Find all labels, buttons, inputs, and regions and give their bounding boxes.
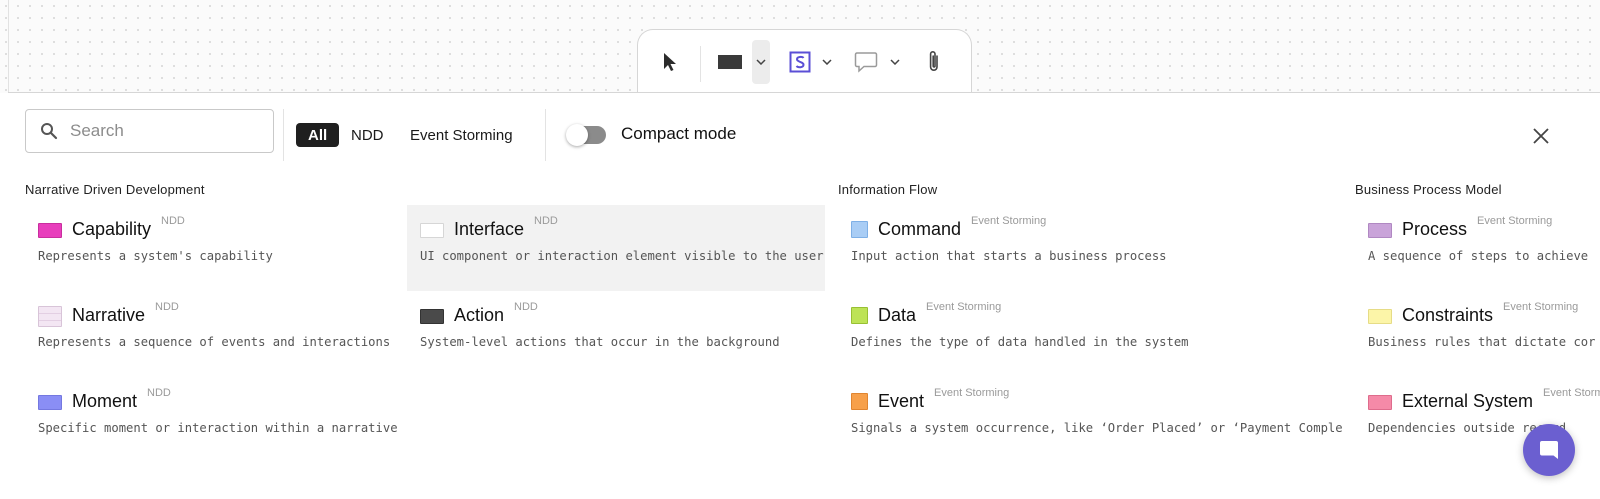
- element-narrative[interactable]: Narrative NDD Represents a sequence of e…: [25, 291, 407, 377]
- element-command[interactable]: Command Event Storming Input action that…: [838, 205, 1343, 291]
- compact-mode-label: Compact mode: [621, 124, 737, 143]
- item-tag: Event Storming: [971, 215, 1047, 227]
- element-picker-panel: All NDD Event Storming Compact mode Narr…: [8, 92, 1600, 499]
- section-title-business-process: Business Process Model: [1355, 182, 1502, 197]
- chat-launcher-button[interactable]: [1523, 424, 1575, 476]
- item-tag: Event Storming: [1503, 301, 1579, 313]
- element-moment[interactable]: Moment NDD Specific moment or interactio…: [25, 377, 407, 463]
- item-name: Capability: [72, 219, 152, 239]
- item-tag: Event Storming: [926, 301, 1002, 313]
- item-description: Defines the type of data handled in the …: [851, 335, 1189, 349]
- comment-dropdown-button[interactable]: [888, 54, 902, 70]
- sticky-dropdown-button[interactable]: [820, 54, 834, 70]
- item-name: Action: [454, 305, 505, 325]
- item-description: A sequence of steps to achieve: [1368, 249, 1589, 263]
- item-name: Event: [878, 391, 925, 411]
- close-button[interactable]: [1528, 123, 1554, 149]
- item-tag: Event Storming: [934, 387, 1010, 399]
- search-box[interactable]: [25, 109, 274, 153]
- constraints-swatch: [1368, 309, 1392, 324]
- item-tag: NDD: [161, 215, 185, 227]
- pointer-tool-button[interactable]: [652, 46, 688, 78]
- interface-swatch: [420, 223, 444, 238]
- toggle-knob: [566, 124, 588, 146]
- element-event[interactable]: Event Event Storming Signals a system oc…: [838, 377, 1343, 463]
- chevron-down-icon: [756, 59, 766, 65]
- item-description: System-level actions that occur in the b…: [420, 335, 780, 349]
- item-name: Moment: [72, 391, 138, 411]
- filter-event-storming[interactable]: Event Storming: [410, 123, 513, 147]
- chevron-down-icon: [890, 59, 900, 65]
- drawing-toolbar: [637, 29, 972, 93]
- narrative-swatch: [38, 306, 62, 327]
- item-name: Narrative: [72, 305, 146, 325]
- element-capability[interactable]: Capability NDD Represents a system's cap…: [25, 205, 407, 291]
- attach-tool-button[interactable]: [920, 46, 948, 78]
- item-description: Input action that starts a business proc…: [851, 249, 1167, 263]
- item-tag: Event Storming: [1543, 387, 1600, 399]
- item-tag: NDD: [514, 301, 538, 313]
- item-description: Represents a sequence of events and inte…: [38, 335, 391, 349]
- shape-dropdown-button[interactable]: [752, 40, 770, 84]
- divider: [545, 109, 546, 161]
- element-constraints[interactable]: Constraints Event Storming Business rule…: [1355, 291, 1600, 377]
- section-title-ndd: Narrative Driven Development: [25, 182, 205, 197]
- event-swatch: [851, 393, 868, 410]
- moment-swatch: [38, 395, 62, 410]
- data-swatch: [851, 307, 868, 324]
- speech-bubble-icon: [854, 52, 878, 73]
- command-swatch: [851, 221, 868, 238]
- item-name: Process: [1402, 219, 1468, 239]
- process-swatch: [1368, 223, 1392, 238]
- item-name: Data: [878, 305, 917, 325]
- comment-tool-button[interactable]: [850, 46, 882, 78]
- action-swatch: [420, 309, 444, 324]
- search-input[interactable]: [70, 121, 250, 141]
- s-badge-icon: [789, 51, 811, 73]
- element-process[interactable]: Process Event Storming A sequence of ste…: [1355, 205, 1600, 291]
- paperclip-icon: [929, 51, 938, 71]
- item-tag: NDD: [155, 301, 179, 313]
- compact-mode-toggle[interactable]: [566, 124, 606, 146]
- capability-swatch: [38, 223, 62, 238]
- section-title-information-flow: Information Flow: [838, 182, 938, 197]
- item-description: Business rules that dictate cor: [1368, 335, 1596, 349]
- item-name: Interface: [454, 219, 525, 239]
- chat-bubble-icon: [1540, 441, 1558, 459]
- toolbar-separator: [700, 46, 701, 82]
- shape-tool-button[interactable]: [712, 46, 748, 78]
- search-icon: [41, 123, 58, 140]
- element-interface[interactable]: Interface NDD UI component or interactio…: [407, 205, 825, 291]
- item-tag: NDD: [147, 387, 171, 399]
- external-system-swatch: [1368, 395, 1392, 410]
- rectangle-icon: [718, 55, 742, 69]
- item-tag: Event Storming: [1477, 215, 1553, 227]
- divider: [283, 109, 284, 161]
- element-action[interactable]: Action NDD System-level actions that occ…: [407, 291, 825, 377]
- item-name: External System: [1402, 391, 1534, 411]
- item-name: Command: [878, 219, 962, 239]
- filter-all[interactable]: All: [296, 123, 340, 147]
- sticky-tool-button[interactable]: [784, 46, 816, 78]
- item-description: UI component or interaction element visi…: [420, 249, 824, 263]
- item-description: Specific moment or interaction within a …: [38, 421, 398, 435]
- element-data[interactable]: Data Event Storming Defines the type of …: [838, 291, 1343, 377]
- filter-ndd[interactable]: NDD: [351, 123, 384, 147]
- item-name: Constraints: [1402, 305, 1494, 325]
- item-description: Represents a system's capability: [38, 249, 273, 263]
- item-description: Signals a system occurrence, like ‘Order…: [851, 421, 1343, 435]
- cursor-arrow-icon: [664, 53, 676, 71]
- close-icon: [1533, 128, 1549, 144]
- chevron-down-icon: [822, 59, 832, 65]
- item-tag: NDD: [534, 215, 558, 227]
